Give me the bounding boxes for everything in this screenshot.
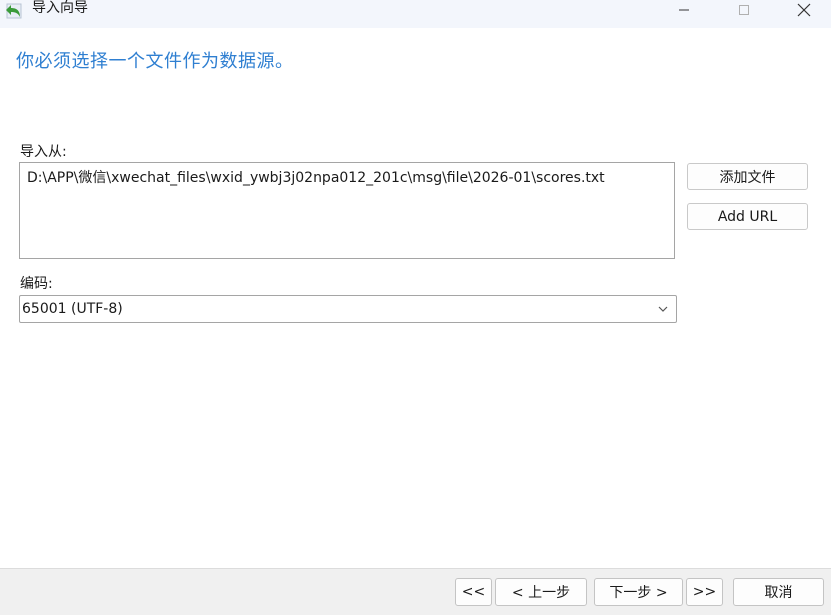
- previous-button[interactable]: < 上一步: [495, 578, 587, 606]
- encoding-label: 编码:: [20, 276, 53, 292]
- file-path-field[interactable]: D:\APP\微信\xwechat_files\wxid_ywbj3j02npa…: [19, 162, 675, 259]
- window-title: 导入向导: [32, 0, 88, 16]
- maximize-icon: [738, 4, 750, 20]
- chevron-down-icon: [656, 302, 670, 316]
- title-bar: 导入向导: [0, 0, 831, 28]
- encoding-selected-value: 65001 (UTF-8): [22, 301, 123, 317]
- minimize-icon: [678, 4, 690, 20]
- encoding-select[interactable]: 65001 (UTF-8): [19, 295, 677, 323]
- last-step-button[interactable]: >>: [686, 578, 723, 606]
- file-path-value: D:\APP\微信\xwechat_files\wxid_ywbj3j02npa…: [27, 170, 605, 186]
- cancel-button[interactable]: 取消: [733, 578, 824, 606]
- first-step-button[interactable]: <<: [455, 578, 492, 606]
- minimize-button[interactable]: [664, 0, 704, 24]
- add-url-button[interactable]: Add URL: [687, 203, 808, 230]
- import-wizard-window: 导入向导 你必须选择一个文件作为数据源。 导入从: D:\APP\微信\xwec…: [0, 0, 831, 615]
- add-file-button[interactable]: 添加文件: [687, 163, 808, 190]
- maximize-button[interactable]: [724, 0, 764, 24]
- back-arrow-icon: [6, 2, 26, 20]
- next-button[interactable]: 下一步 >: [594, 578, 683, 606]
- import-from-label: 导入从:: [20, 144, 67, 160]
- close-icon: [797, 3, 811, 21]
- instruction-heading: 你必须选择一个文件作为数据源。: [16, 51, 294, 72]
- close-button[interactable]: [784, 0, 824, 24]
